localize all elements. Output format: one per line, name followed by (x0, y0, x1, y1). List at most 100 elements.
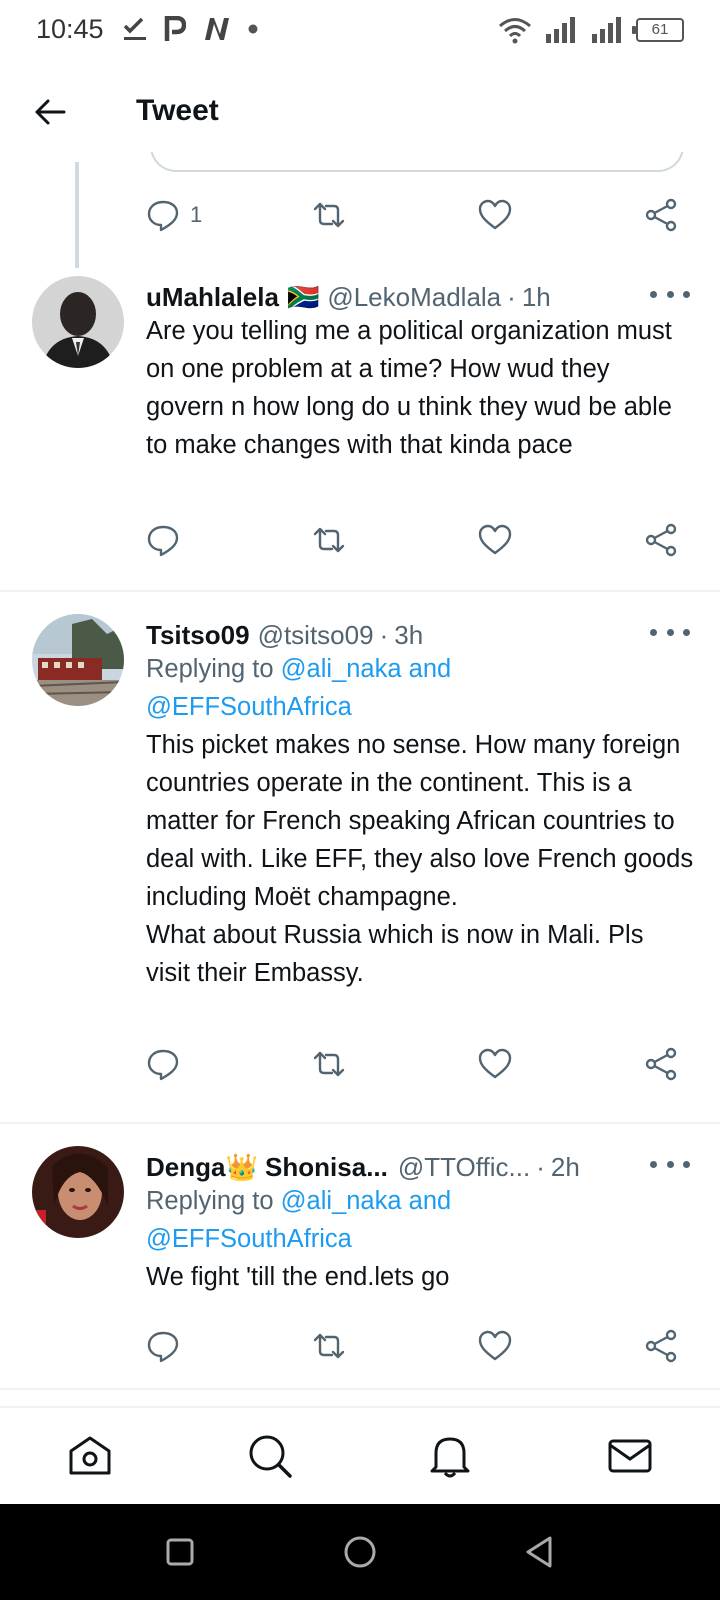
mention-link[interactable]: @ali_naka (281, 1187, 402, 1215)
status-left-icons (122, 16, 258, 42)
dot-icon (248, 24, 258, 34)
nav-messages[interactable] (606, 1432, 654, 1480)
reply-button[interactable] (146, 1044, 180, 1084)
replying-and: and (408, 1187, 452, 1215)
more-options-button[interactable] (650, 622, 690, 642)
more-options-button[interactable] (650, 284, 690, 304)
avatar[interactable] (32, 276, 124, 368)
share-button[interactable] (644, 1326, 678, 1366)
reply-button[interactable]: 1 (146, 195, 202, 235)
page-title: Tweet (136, 94, 219, 127)
replying-and: and (408, 655, 452, 683)
share-icon (645, 1329, 677, 1363)
mention-link[interactable]: @EFFSouthAfrica (146, 693, 352, 721)
separator: · (536, 1152, 545, 1182)
thread-line (75, 162, 79, 268)
bottom-nav (0, 1406, 720, 1504)
mention-link[interactable]: @ali_naka (281, 655, 402, 683)
tweet-text-paragraph: This picket makes no sense. How many for… (146, 731, 694, 911)
avatar[interactable] (32, 1146, 124, 1238)
replying-to: Replying to @ali_naka and @EFFSouthAfric… (146, 650, 694, 726)
signal-icon (546, 17, 575, 43)
back-button[interactable] (30, 92, 70, 132)
tweet-item[interactable]: Denga👑 Shonisa... @TTOffic... · 2h Reply… (0, 1146, 720, 1396)
tweet-text: We fight 'till the end.lets go (146, 1263, 450, 1291)
tweet-actions (146, 520, 692, 560)
retweet-icon (313, 202, 345, 228)
more-icon (650, 1160, 657, 1168)
heart-icon (478, 524, 512, 555)
retweet-button[interactable] (312, 1044, 346, 1084)
like-button[interactable] (478, 520, 512, 560)
conversation-list[interactable]: 1 uMahlalela 🇿🇦 @LekoMadlala · 1h Are yo… (0, 152, 720, 1406)
tweet-text: This picket makes no sense. How many for… (146, 726, 694, 992)
handle[interactable]: @tsitso09 (258, 620, 374, 651)
home-icon (69, 1436, 111, 1475)
divider (0, 1388, 720, 1390)
nav-search[interactable] (246, 1432, 294, 1480)
like-button[interactable] (478, 1044, 512, 1084)
share-icon (645, 523, 677, 557)
separator: · (379, 620, 389, 650)
avatar-image (32, 614, 124, 706)
more-icon (650, 290, 657, 298)
status-right-icons: 61 (498, 16, 684, 44)
tweet-actions (146, 1326, 692, 1366)
wifi-icon (499, 18, 531, 44)
retweet-button[interactable] (312, 1326, 346, 1366)
reply-button[interactable] (146, 1326, 180, 1366)
messages-icon (608, 1439, 652, 1473)
heart-icon (478, 199, 512, 230)
recent-apps-icon[interactable] (162, 1534, 198, 1570)
tweet-header: Denga👑 Shonisa... @TTOffic... · 2h (146, 1152, 686, 1183)
more-options-button[interactable] (650, 1154, 690, 1174)
replying-to-label: Replying to (146, 655, 274, 683)
mention-link[interactable]: @EFFSouthAfrica (146, 1225, 352, 1253)
retweet-button[interactable] (312, 520, 346, 560)
notifications-icon (430, 1437, 470, 1478)
share-icon (645, 1047, 677, 1081)
tweet-header: uMahlalela 🇿🇦 @LekoMadlala · 1h (146, 282, 686, 313)
display-name[interactable]: Denga👑 Shonisa... (146, 1152, 388, 1183)
like-button[interactable] (478, 1326, 512, 1366)
separator: · (507, 282, 516, 312)
divider (0, 590, 720, 592)
retweet-button[interactable] (312, 195, 346, 235)
retweet-icon (313, 1333, 345, 1359)
share-button[interactable] (644, 1044, 678, 1084)
display-name[interactable]: uMahlalela (146, 282, 279, 313)
home-button-icon[interactable] (342, 1534, 378, 1570)
timestamp[interactable]: 3h (394, 620, 423, 651)
tweet-actions (146, 1044, 692, 1084)
p-app-icon (164, 16, 186, 41)
share-icon (645, 198, 677, 232)
signal-2-icon (592, 17, 621, 43)
tweet-text-paragraph: What about Russia which is now in Mali. … (146, 921, 644, 987)
like-button[interactable] (478, 195, 512, 235)
divider (0, 1122, 720, 1124)
prev-tweet-actions: 1 (146, 195, 692, 235)
timestamp[interactable]: 1h (522, 282, 551, 313)
more-icon (650, 628, 657, 636)
nav-notifications[interactable] (426, 1432, 474, 1480)
tweet-header: Tsitso09 @tsitso09 · 3h (146, 620, 686, 651)
reply-icon (147, 1331, 179, 1363)
check-download-icon (123, 17, 146, 40)
display-name[interactable]: Tsitso09 (146, 620, 250, 651)
reply-count: 1 (190, 202, 203, 227)
share-button[interactable] (644, 195, 678, 235)
quoted-card[interactable] (150, 152, 684, 172)
flag-icon: 🇿🇦 (286, 282, 320, 312)
share-button[interactable] (644, 520, 678, 560)
handle[interactable]: @LekoMadlala (327, 282, 501, 313)
system-navigation-bar (0, 1504, 720, 1600)
nav-home[interactable] (66, 1432, 114, 1480)
handle[interactable]: @TTOffic... (398, 1152, 530, 1183)
retweet-icon (313, 1051, 345, 1077)
avatar[interactable] (32, 614, 124, 706)
back-triangle-icon[interactable] (522, 1534, 558, 1570)
timestamp[interactable]: 2h (551, 1152, 580, 1183)
tweet-item[interactable]: Tsitso09 @tsitso09 · 3h Replying to @ali… (0, 614, 720, 1114)
tweet-item[interactable]: uMahlalela 🇿🇦 @LekoMadlala · 1h Are you … (0, 276, 720, 582)
reply-button[interactable] (146, 520, 180, 560)
